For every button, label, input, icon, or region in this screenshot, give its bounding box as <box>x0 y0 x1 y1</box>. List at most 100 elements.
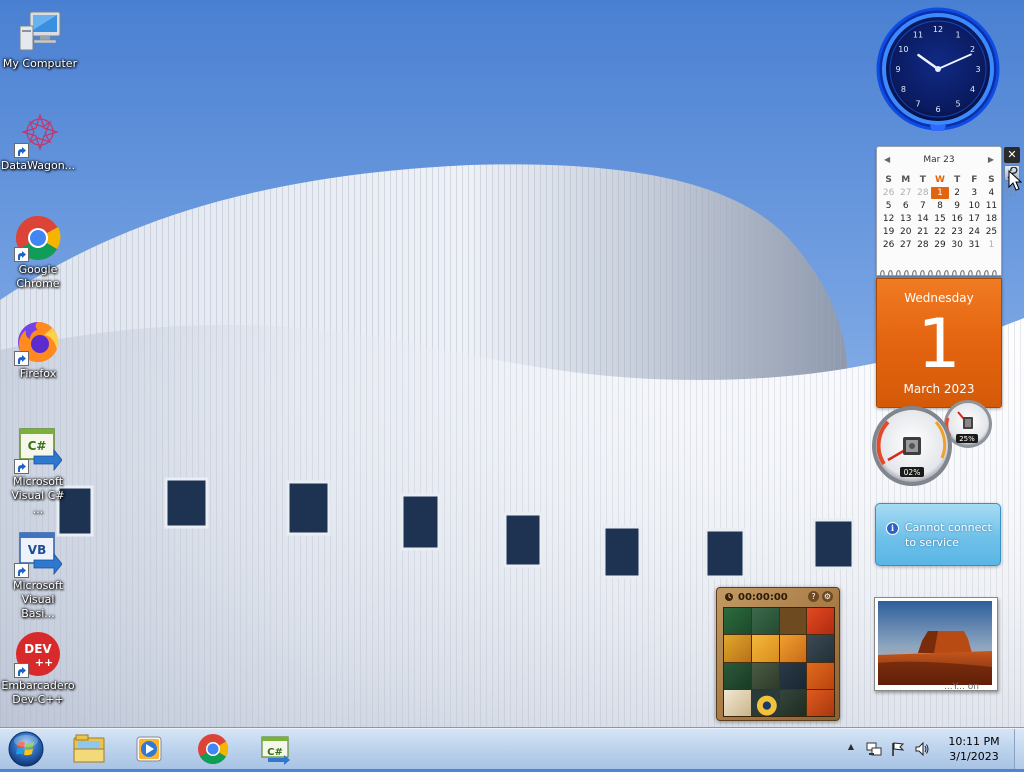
calendar-day-cell[interactable]: 29 <box>931 239 948 251</box>
desktop-icon-firefox[interactable]: Firefox <box>0 318 78 381</box>
calendar-month-header: Mar 23 <box>923 155 955 165</box>
puzzle-tile[interactable] <box>751 635 779 662</box>
calendar-day-cell[interactable]: 13 <box>897 213 914 225</box>
calendar-day-cell[interactable]: 7 <box>914 200 931 212</box>
calendar-day-cell[interactable]: 18 <box>983 213 1000 225</box>
start-button[interactable] <box>6 730 46 768</box>
calendar-weekday-header: W <box>935 175 945 185</box>
network-icon[interactable] <box>866 741 882 757</box>
calendar-day-cell[interactable]: 6 <box>897 200 914 212</box>
calendar-day-cell[interactable]: 31 <box>966 239 983 251</box>
puzzle-tile-empty[interactable] <box>779 608 807 635</box>
puzzle-tile[interactable] <box>807 635 834 662</box>
next-month-button[interactable]: ▶ <box>988 155 994 164</box>
clock-numeral: 9 <box>895 65 900 74</box>
calendar-day-cell[interactable]: 1 <box>931 187 949 199</box>
clock-numeral: 11 <box>913 30 923 39</box>
calendar-day-cell[interactable]: 2 <box>949 187 966 199</box>
action-center-flag-icon[interactable] <box>890 741 906 757</box>
show-desktop-button[interactable] <box>1014 729 1024 769</box>
show-hidden-icons-button[interactable]: ▲ <box>845 739 857 755</box>
desktop-icon-visual-basic[interactable]: VB Microsoft Visual Basi... <box>0 530 78 621</box>
calendar-day-cell[interactable]: 4 <box>983 187 1000 199</box>
calendar-day-cell[interactable]: 9 <box>949 200 966 212</box>
clock-numeral: 1 <box>955 30 960 39</box>
calendar-day-cell[interactable]: 21 <box>914 226 931 238</box>
calendar-day-cell[interactable]: 1 <box>983 239 1000 251</box>
desktop-icon-devcpp[interactable]: DEV ++ Embarcadero Dev-C++ <box>0 630 78 707</box>
spiral-ring <box>919 270 925 278</box>
calendar-day-cell[interactable]: 28 <box>914 239 931 251</box>
calendar-weekday-header: T <box>954 175 961 185</box>
calendar-day-cell[interactable]: 27 <box>897 187 914 199</box>
calendar-day-cell[interactable]: 19 <box>880 226 897 238</box>
puzzle-tile[interactable] <box>807 689 834 716</box>
visual-csharp-icon: C# <box>261 736 290 765</box>
cpu-meter-gadget[interactable]: 02% 25% <box>872 400 1000 490</box>
computer-icon <box>16 8 64 56</box>
puzzle-tile[interactable] <box>724 608 751 635</box>
calendar-day-cell[interactable]: 17 <box>966 213 983 225</box>
gadget-close-button[interactable]: ✕ <box>1004 147 1020 163</box>
weather-gadget[interactable]: i Cannot connect to service <box>875 503 1001 566</box>
puzzle-tile[interactable] <box>779 662 807 689</box>
puzzle-tile[interactable] <box>751 662 779 689</box>
spiral-ring <box>983 270 989 278</box>
desktop-icon-my-computer[interactable]: My Computer <box>0 8 80 71</box>
taskbar-visual-csharp[interactable]: C# <box>246 731 304 767</box>
desktop-icon-visual-csharp[interactable]: C# Microsoft Visual C# ... <box>0 426 78 517</box>
puzzle-tile[interactable] <box>779 689 807 716</box>
calendar-day-cell[interactable]: 16 <box>949 213 966 225</box>
clock-gadget[interactable]: 12 1 2 3 4 5 6 7 8 9 10 11 <box>874 7 1002 135</box>
calendar-day-cell[interactable]: 11 <box>983 200 1000 212</box>
memory-percent: 25% <box>959 435 975 443</box>
puzzle-tile[interactable] <box>807 608 834 635</box>
calendar-day-cell[interactable]: 12 <box>880 213 897 225</box>
puzzle-tile[interactable] <box>724 662 751 689</box>
desktop-icon-google-chrome[interactable]: Google Chrome <box>0 214 78 291</box>
devcpp-icon: DEV ++ <box>14 630 62 678</box>
calendar-day-cell[interactable]: 3 <box>966 187 983 199</box>
calendar-day-cell[interactable]: 27 <box>897 239 914 251</box>
calendar-day-cell[interactable]: 25 <box>983 226 1000 238</box>
system-clock[interactable]: 10:11 PM 3/1/2023 <box>929 734 1019 764</box>
calendar-day-cell[interactable]: 20 <box>897 226 914 238</box>
puzzle-help-button[interactable]: ? <box>808 591 819 602</box>
media-player-icon <box>136 736 162 762</box>
calendar-day-cell[interactable]: 26 <box>880 239 897 251</box>
calendar-day-cell[interactable]: 28 <box>914 187 931 199</box>
taskbar-windows-explorer[interactable] <box>60 731 118 767</box>
calendar-day-grid: S M T W T F S 26 27 28 1 2 3 4 5 6 7 8 9 10 11 12 13 14 15 16 17 18… <box>880 174 1000 251</box>
puzzle-tile[interactable] <box>751 689 779 716</box>
calendar-weekday-header: S <box>988 175 995 185</box>
calendar-day-cell[interactable]: 23 <box>949 226 966 238</box>
calendar-gadget[interactable]: ◀ Mar 23 ▶ S M T W T F S 26 27 28 1 2 3 4 5 6 7 8 9 10 11 12 1… <box>876 146 1002 408</box>
puzzle-tile[interactable] <box>779 635 807 662</box>
calendar-month-year: March 2023 <box>903 382 975 396</box>
mouse-cursor-icon <box>1008 170 1022 191</box>
puzzle-tile[interactable] <box>724 689 751 716</box>
puzzle-tile[interactable] <box>807 662 834 689</box>
slide-show-gadget[interactable]: ...Y... on <box>874 597 1000 693</box>
calendar-weekday-header: F <box>971 175 978 185</box>
volume-icon[interactable] <box>914 741 930 757</box>
calendar-day-cell[interactable]: 22 <box>931 226 948 238</box>
chrome-icon <box>198 734 229 765</box>
calendar-day-cell[interactable]: 30 <box>949 239 966 251</box>
calendar-day-cell[interactable]: 5 <box>880 200 897 212</box>
calendar-day-cell[interactable]: 8 <box>931 200 948 212</box>
calendar-day-cell[interactable]: 26 <box>880 187 897 199</box>
calendar-day-cell[interactable]: 10 <box>966 200 983 212</box>
calendar-day-cell[interactable]: 24 <box>966 226 983 238</box>
puzzle-options-button[interactable]: ⚙ <box>822 591 833 602</box>
puzzle-tile[interactable] <box>724 635 751 662</box>
puzzle-tile[interactable] <box>751 608 779 635</box>
clock-numeral: 4 <box>970 85 975 94</box>
clock-time: 10:11 PM <box>948 735 1000 748</box>
calendar-day-cell[interactable]: 14 <box>914 213 931 225</box>
picture-puzzle-gadget[interactable]: 00:00:00 ? ⚙ <box>716 587 840 721</box>
taskbar-google-chrome[interactable] <box>184 731 242 767</box>
desktop-icon-datawagon[interactable]: DataWagon... <box>0 110 78 173</box>
taskbar-windows-media-player[interactable] <box>120 731 178 767</box>
calendar-day-cell[interactable]: 15 <box>931 213 948 225</box>
